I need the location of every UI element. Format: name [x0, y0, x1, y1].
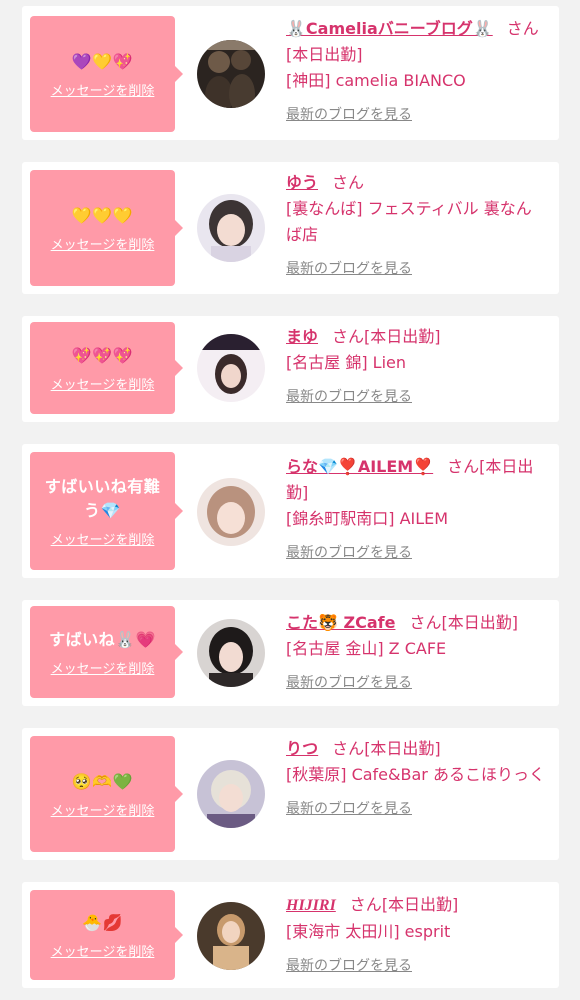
cast-info: らな💎❣️AILEM❣️ さん[本日出勤] [錦糸町駅南口] AILEM 最新のブ… [286, 454, 545, 566]
avatar[interactable] [197, 334, 265, 402]
message-text: 💖💖💖 [71, 345, 134, 365]
cast-name-link[interactable]: 🐰Cameliaバニーブログ🐰 [286, 19, 493, 38]
honorific: さん [332, 173, 365, 192]
status-label: [本日出勤] [364, 327, 441, 346]
status-label: [本日出勤] [381, 895, 459, 914]
cast-info: こた🐯 ZCafe さん[本日出勤] [名古屋 金山] Z CAFE 最新のブログ… [286, 610, 545, 696]
avatar[interactable] [197, 619, 265, 687]
cast-name-link[interactable]: りつ [286, 739, 318, 758]
avatar[interactable] [197, 40, 265, 108]
message-card: すばいいね有難う💎 メッセージを削除 らな💎❣️AILEM❣️ さん[本日出勤] … [22, 444, 559, 578]
message-card: 💖💖💖 メッセージを削除 まゆ さん[本日出勤] [名古屋 錦] Lien 最新の… [22, 316, 559, 422]
message-text: 💛💛💛 [71, 205, 134, 225]
message-bubble: 🥺🫶💚 メッセージを削除 [30, 736, 183, 852]
honorific: さん [349, 895, 382, 914]
message-card: 💛💛💛 メッセージを削除 ゆう さん [裏なんば] フェスティバル 裏なんば店 最… [22, 162, 559, 294]
latest-blog-link[interactable]: 最新のブログを見る [286, 670, 545, 696]
cast-name-link[interactable]: HIJIRI [286, 897, 336, 914]
message-bubble: 🐣💋 メッセージを削除 [30, 890, 183, 980]
latest-blog-link[interactable]: 最新のブログを見る [286, 953, 545, 979]
avatar[interactable] [197, 478, 265, 546]
shop-name: [秋葉原] Cafe&Bar あるこほりっく [286, 765, 545, 784]
avatar-photo [197, 334, 265, 402]
honorific: さん [506, 19, 539, 38]
cast-name-link[interactable]: まゆ [286, 327, 318, 346]
cast-info: まゆ さん[本日出勤] [名古屋 錦] Lien 最新のブログを見る [286, 324, 545, 410]
avatar-photo [197, 760, 265, 828]
message-card: すばいね🐰💗 メッセージを削除 こた🐯 ZCafe さん[本日出勤] [名古屋 金… [22, 600, 559, 706]
latest-blog-link[interactable]: 最新のブログを見る [286, 796, 545, 822]
cast-info: HIJIRI さん[本日出勤] [東海市 太田川] esprit 最新のブログを見… [286, 892, 545, 979]
shop-name: [東海市 太田川] esprit [286, 922, 451, 941]
delete-message-link[interactable]: メッセージを削除 [51, 80, 155, 99]
message-bubble: 💜💛💖 メッセージを削除 [30, 16, 183, 132]
avatar[interactable] [197, 902, 265, 970]
message-text: 🥺🫶💚 [71, 771, 134, 791]
avatar-photo [197, 194, 265, 262]
cast-info: 🐰Cameliaバニーブログ🐰 さん [本日出勤] [神田] camelia BIA… [286, 16, 545, 128]
honorific: さん [332, 739, 365, 758]
message-text: すばいね🐰💗 [49, 629, 156, 649]
message-bubble: 💛💛💛 メッセージを削除 [30, 170, 183, 286]
delete-message-link[interactable]: メッセージを削除 [51, 234, 155, 253]
shop-name: [錦糸町駅南口] AILEM [286, 509, 449, 528]
latest-blog-link[interactable]: 最新のブログを見る [286, 384, 545, 410]
honorific: さん [409, 613, 442, 632]
cast-info: りつ さん[本日出勤] [秋葉原] Cafe&Bar あるこほりっく 最新のブログ… [286, 736, 545, 822]
cast-name-link[interactable]: らな💎❣️AILEM❣️ [286, 457, 433, 476]
cast-info: ゆう さん [裏なんば] フェスティバル 裏なんば店 最新のブログを見る [286, 170, 545, 282]
status-label: [本日出勤] [441, 613, 518, 632]
avatar[interactable] [197, 194, 265, 262]
shop-name: [名古屋 錦] Lien [286, 353, 407, 372]
delete-message-link[interactable]: メッセージを削除 [51, 374, 155, 393]
status-label: [本日出勤] [286, 45, 363, 64]
avatar-photo [197, 40, 265, 108]
avatar-photo [197, 619, 265, 687]
message-bubble: すばいいね有難う💎 メッセージを削除 [30, 452, 183, 570]
message-card: 🐣💋 メッセージを削除 HIJIRI さん[本日出勤] [東海市 太田川] esp… [22, 882, 559, 988]
latest-blog-link[interactable]: 最新のブログを見る [286, 256, 545, 282]
latest-blog-link[interactable]: 最新のブログを見る [286, 102, 545, 128]
cast-name-link[interactable]: こた🐯 ZCafe [286, 613, 395, 632]
avatar-photo [197, 478, 265, 546]
cast-name-link[interactable]: ゆう [286, 173, 318, 192]
status-label: [本日出勤] [364, 739, 441, 758]
latest-blog-link[interactable]: 最新のブログを見る [286, 540, 545, 566]
avatar-photo [197, 902, 265, 970]
message-card: 💜💛💖 メッセージを削除 🐰Cameliaバニーブログ🐰 さん [本日出勤] [神田… [22, 6, 559, 140]
message-text: 💜💛💖 [71, 51, 134, 71]
message-bubble: すばいね🐰💗 メッセージを削除 [30, 606, 183, 698]
favorite-message-list: 💜💛💖 メッセージを削除 🐰Cameliaバニーブログ🐰 さん[本日出勤] [神田… [0, 0, 580, 1000]
delete-message-link[interactable]: メッセージを削除 [51, 941, 155, 960]
delete-message-link[interactable]: メッセージを削除 [51, 529, 155, 548]
message-text: 🐣💋 [82, 912, 123, 932]
shop-name: [神田] camelia BIANCO [286, 71, 466, 90]
honorific: さん [332, 327, 365, 346]
shop-name: [裏なんば] フェスティバル 裏なんば店 [286, 199, 532, 244]
honorific: さん [447, 457, 480, 476]
message-bubble: 💖💖💖 メッセージを削除 [30, 322, 183, 414]
message-card: 🥺🫶💚 メッセージを削除 りつ さん[本日出勤] [秋葉原] Cafe&Bar あ… [22, 728, 559, 860]
avatar[interactable] [197, 760, 265, 828]
delete-message-link[interactable]: メッセージを削除 [51, 658, 155, 677]
delete-message-link[interactable]: メッセージを削除 [51, 800, 155, 819]
shop-name: [名古屋 金山] Z CAFE [286, 639, 447, 658]
message-text: すばいいね有難う💎 [44, 476, 161, 520]
